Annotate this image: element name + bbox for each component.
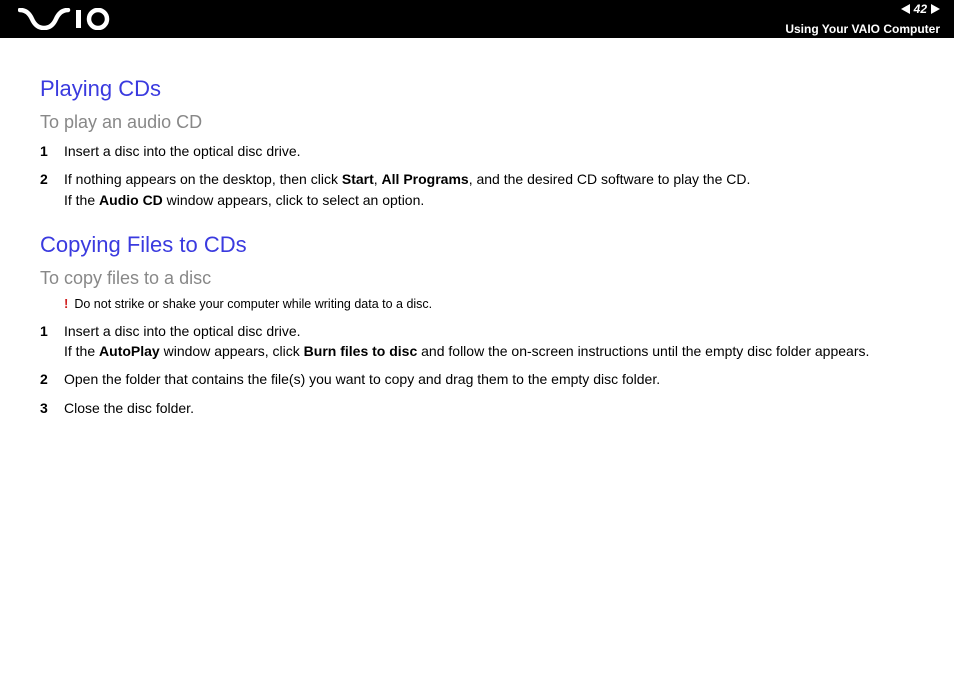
bold-run: Burn files to disc xyxy=(304,343,418,359)
step-row: 1 Insert a disc into the optical disc dr… xyxy=(40,321,926,362)
subheading-play-audio: To play an audio CD xyxy=(40,112,926,133)
prev-page-icon[interactable] xyxy=(901,4,910,14)
step-row: 2 If nothing appears on the desktop, the… xyxy=(40,169,926,210)
page-content: Playing CDs To play an audio CD 1 Insert… xyxy=(0,38,954,446)
step-text: Close the disc folder. xyxy=(64,398,926,418)
subheading-copy-files: To copy files to a disc xyxy=(40,268,926,289)
text-run: If nothing appears on the desktop, then … xyxy=(64,171,342,187)
bold-run: Start xyxy=(342,171,374,187)
text-run: , and the desired CD software to play th… xyxy=(469,171,751,187)
heading-copying-files: Copying Files to CDs xyxy=(40,232,926,258)
vaio-logo xyxy=(18,8,128,30)
step-text: Insert a disc into the optical disc driv… xyxy=(64,141,926,161)
next-page-icon[interactable] xyxy=(931,4,940,14)
bold-run: Audio CD xyxy=(99,192,163,208)
step-number: 3 xyxy=(40,398,64,418)
bold-run: All Programs xyxy=(382,171,469,187)
text-run: Insert a disc into the optical disc driv… xyxy=(64,323,301,339)
text-run: and follow the on-screen instructions un… xyxy=(417,343,869,359)
warning-text: Do not strike or shake your computer whi… xyxy=(74,297,432,311)
step-number: 2 xyxy=(40,369,64,389)
heading-playing-cds: Playing CDs xyxy=(40,76,926,102)
step-row: 3 Close the disc folder. xyxy=(40,398,926,418)
step-row: 1 Insert a disc into the optical disc dr… xyxy=(40,141,926,161)
header-bar: 42 Using Your VAIO Computer xyxy=(0,0,954,38)
warning-note: ! Do not strike or shake your computer w… xyxy=(64,297,926,311)
text-run: If the xyxy=(64,192,99,208)
step-row: 2 Open the folder that contains the file… xyxy=(40,369,926,389)
step-text: Open the folder that contains the file(s… xyxy=(64,369,926,389)
page-number: 42 xyxy=(914,2,927,16)
step-number: 2 xyxy=(40,169,64,189)
step-text: If nothing appears on the desktop, then … xyxy=(64,169,926,210)
text-run: window appears, click to select an optio… xyxy=(163,192,424,208)
text-run: window appears, click xyxy=(160,343,304,359)
section-playing-cds: Playing CDs To play an audio CD 1 Insert… xyxy=(40,76,926,210)
step-number: 1 xyxy=(40,321,64,341)
text-run: If the xyxy=(64,343,99,359)
breadcrumb: Using Your VAIO Computer xyxy=(785,22,940,36)
step-number: 1 xyxy=(40,141,64,161)
warning-icon: ! xyxy=(64,297,68,310)
section-copying-files: Copying Files to CDs To copy files to a … xyxy=(40,232,926,418)
text-run: , xyxy=(374,171,382,187)
step-text: Insert a disc into the optical disc driv… xyxy=(64,321,926,362)
page-nav: 42 xyxy=(901,2,940,16)
bold-run: AutoPlay xyxy=(99,343,160,359)
